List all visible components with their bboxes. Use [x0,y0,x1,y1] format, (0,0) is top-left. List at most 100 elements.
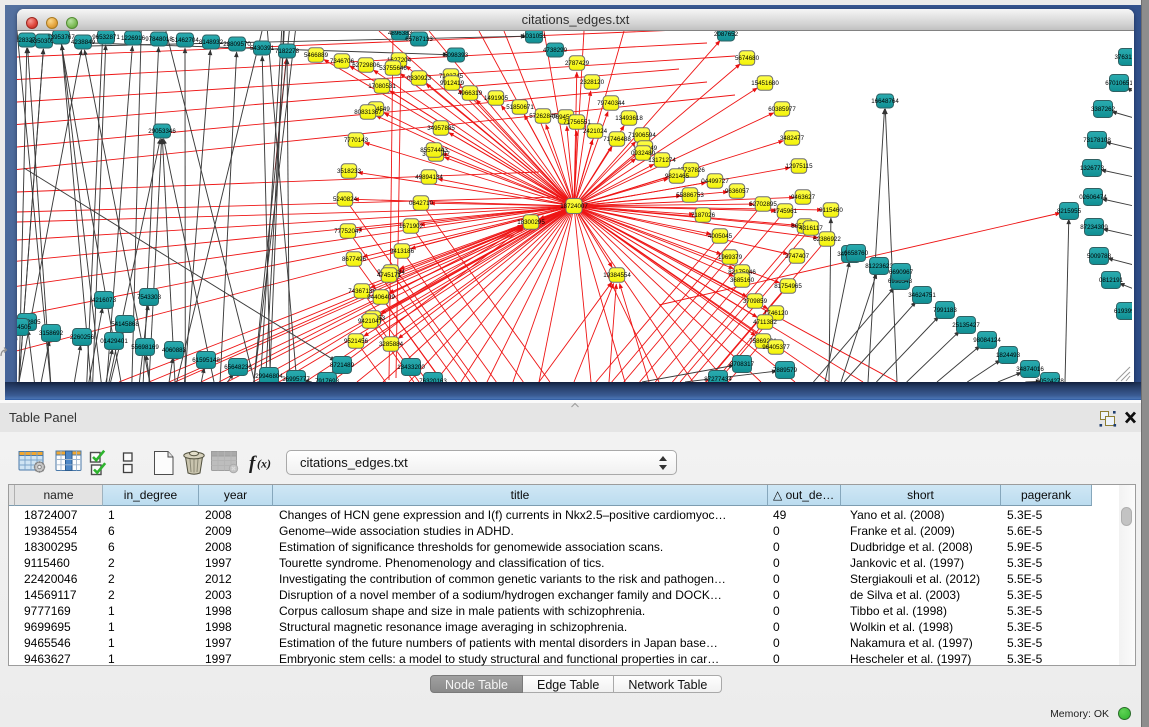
svg-text:8721489: 8721489 [330,362,355,369]
svg-text:4060883: 4060883 [162,347,187,354]
svg-text:7543303: 7543303 [137,294,162,301]
svg-text:94406409: 94406409 [367,294,395,301]
svg-text:4738299: 4738299 [543,47,568,54]
svg-text:0812191: 0812191 [1099,277,1124,284]
svg-text:81754965: 81754965 [774,283,802,290]
svg-text:4316117: 4316117 [799,225,823,232]
svg-text:7182278: 7182278 [275,48,300,55]
svg-text:4966319: 4966319 [458,90,483,97]
svg-text:5674680: 5674680 [735,55,760,62]
svg-text:80831367: 80831367 [354,109,382,116]
svg-text:01429401: 01429401 [100,338,128,345]
svg-text:85574443: 85574443 [420,147,448,154]
svg-text:13171274: 13171274 [648,157,676,164]
svg-text:18300295: 18300295 [517,219,545,226]
svg-text:3709859: 3709859 [743,298,768,305]
svg-text:29053346: 29053346 [148,128,176,135]
svg-text:65648236: 65648236 [224,364,252,371]
svg-text:16648764: 16648764 [871,98,899,105]
svg-text:2260256: 2260256 [70,334,95,341]
svg-text:8215955: 8215955 [1057,208,1082,215]
svg-text:5009788: 5009788 [1087,253,1112,260]
svg-text:3158692: 3158692 [39,330,64,337]
svg-text:73178108: 73178108 [1083,137,1111,144]
svg-text:0932480: 0932480 [631,150,656,157]
svg-text:65787133: 65787133 [405,36,433,43]
svg-text:3747407: 3747407 [785,253,810,260]
svg-text:7991183: 7991183 [933,307,957,314]
svg-text:29946804: 29946804 [255,373,283,380]
svg-text:7187026: 7187026 [691,212,716,219]
svg-text:37631165: 37631165 [1114,54,1132,61]
svg-text:62386922: 62386922 [813,236,841,243]
svg-text:02606474: 02606474 [1079,194,1107,201]
svg-text:1226916: 1226916 [121,35,146,42]
svg-text:51462704: 51462704 [171,37,199,44]
svg-text:6658760: 6658760 [844,250,869,257]
svg-text:1326773: 1326773 [1080,165,1105,172]
svg-text:9636057: 9636057 [725,188,750,195]
svg-text:5098393: 5098393 [444,52,469,59]
svg-text:f: f [249,453,257,474]
svg-text:9821465: 9821465 [665,173,690,180]
svg-text:67010651: 67010651 [1105,80,1132,87]
svg-text:8708317: 8708317 [730,361,755,368]
svg-text:5430391: 5430391 [250,45,275,52]
svg-text:51850671: 51850671 [506,104,534,111]
svg-text:15451680: 15451680 [751,80,779,87]
svg-text:6193990: 6193990 [1114,308,1132,315]
svg-text:79740344: 79740344 [597,100,625,107]
svg-text:6204505: 6204505 [17,324,32,331]
svg-text:9115460: 9115460 [819,207,843,214]
svg-text:1824493: 1824493 [996,352,1021,359]
svg-text:04499727: 04499727 [701,178,729,185]
svg-text:7917693: 7917693 [315,378,340,382]
svg-text:60385977: 60385977 [768,106,796,113]
svg-text:62702895: 62702895 [749,201,777,208]
svg-text:4005045: 4005045 [708,233,733,240]
svg-text:71906594: 71906594 [628,132,656,139]
svg-text:3482477: 3482477 [780,135,805,142]
svg-text:4745171: 4745171 [377,272,402,279]
svg-text:55886753: 55886753 [676,192,704,199]
svg-text:9521456: 9521456 [344,338,369,345]
svg-text:13433200: 13433200 [397,364,425,371]
svg-text:6690967: 6690967 [889,269,914,276]
svg-text:54145868: 54145868 [111,321,139,328]
svg-text:18724007: 18724007 [560,203,588,210]
svg-text:9463627: 9463627 [791,194,816,201]
svg-text:0330923: 0330923 [407,75,432,82]
svg-text:2787429: 2787429 [565,60,590,67]
svg-text:8148932: 8148932 [199,39,224,46]
svg-text:3285884: 3285884 [379,341,404,348]
svg-text:9421047: 9421047 [358,318,383,325]
svg-text:2328120: 2328120 [580,79,605,86]
svg-text:3518233: 3518233 [337,168,362,175]
svg-text:4711382: 4711382 [753,319,777,326]
svg-text:1969379: 1969379 [718,254,743,261]
svg-text:71746488: 71746488 [603,136,631,143]
svg-text:3387262: 3387262 [1091,106,1116,113]
svg-text:00524278: 00524278 [1036,378,1064,382]
svg-text:71756551: 71756551 [563,119,591,126]
svg-text:25135427: 25135427 [952,322,980,329]
svg-text:62729806: 62729806 [352,62,380,69]
svg-text:96405377: 96405377 [762,344,790,351]
svg-text:0842710: 0842710 [409,200,434,207]
svg-text:1031051: 1031051 [522,33,547,40]
svg-text:12975115: 12975115 [785,163,813,170]
svg-text:36995777: 36995777 [282,376,310,382]
svg-text:76320163: 76320163 [419,378,447,382]
svg-text:98084124: 98084124 [973,337,1001,344]
svg-text:55698169: 55698169 [131,344,159,351]
svg-text:7889579: 7889579 [773,367,798,374]
svg-text:2087652: 2087652 [714,31,739,38]
svg-text:5240824: 5240824 [333,196,358,203]
svg-text:49894134: 49894134 [415,174,443,181]
svg-text:19384554: 19384554 [603,272,631,279]
svg-text:1745961: 1745961 [773,208,798,215]
svg-text:97848018: 97848018 [145,36,173,43]
svg-text:87234309: 87234309 [1080,224,1108,231]
svg-text:7770143: 7770143 [344,137,369,144]
svg-text:17080531: 17080531 [368,83,396,90]
